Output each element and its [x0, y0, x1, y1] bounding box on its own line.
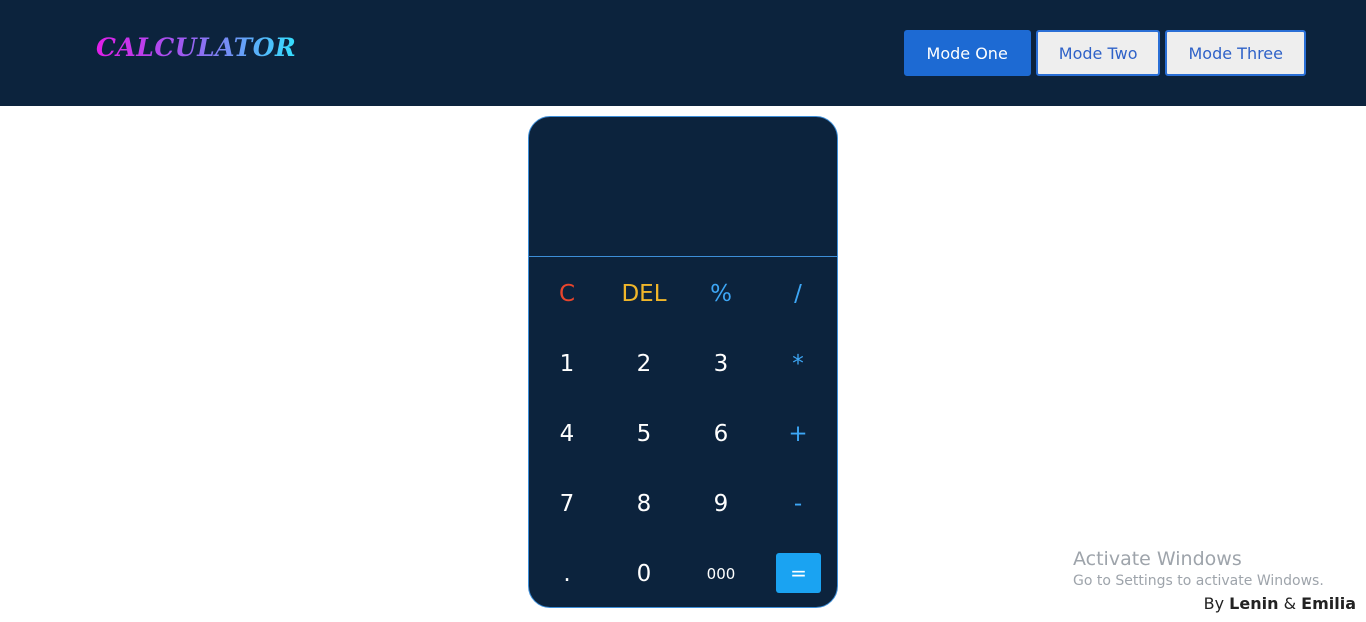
calculator: C DEL % / 1 2 3 * 4 5 6 + 7 8 9 - . 0 00…	[528, 116, 838, 608]
mode-three-button[interactable]: Mode Three	[1165, 30, 1306, 76]
app-logo: CALCULATOR	[96, 33, 297, 62]
credit-ampersand: &	[1283, 594, 1297, 613]
credit-author-1: Lenin	[1229, 594, 1279, 613]
calculator-display	[529, 117, 837, 257]
key-0[interactable]: 0	[616, 554, 672, 594]
key-4[interactable]: 4	[539, 414, 595, 454]
delete-key[interactable]: DEL	[616, 274, 672, 314]
mode-one-button[interactable]: Mode One	[903, 30, 1031, 76]
watermark-title: Activate Windows	[1073, 548, 1242, 570]
activate-windows-watermark: Activate Windows Go to Settings to activ…	[1073, 547, 1324, 591]
credit-by: By	[1203, 594, 1225, 613]
key-2[interactable]: 2	[616, 344, 672, 384]
percent-key[interactable]: %	[693, 274, 749, 314]
top-bar: CALCULATOR Mode One Mode Two Mode Three	[0, 0, 1366, 106]
mode-switcher: Mode One Mode Two Mode Three	[903, 30, 1306, 76]
author-credit: By Lenin & Emilia	[1204, 594, 1356, 613]
divide-key[interactable]: /	[770, 274, 826, 314]
key-9[interactable]: 9	[693, 484, 749, 524]
key-1[interactable]: 1	[539, 344, 595, 384]
multiply-key[interactable]: *	[770, 344, 826, 384]
credit-author-2: Emilia	[1301, 594, 1356, 613]
key-5[interactable]: 5	[616, 414, 672, 454]
mode-two-button[interactable]: Mode Two	[1035, 30, 1161, 76]
key-8[interactable]: 8	[616, 484, 672, 524]
key-3[interactable]: 3	[693, 344, 749, 384]
decimal-key[interactable]: .	[539, 554, 595, 594]
plus-key[interactable]: +	[770, 414, 826, 454]
clear-key[interactable]: C	[539, 274, 595, 314]
equals-key[interactable]: =	[776, 553, 821, 593]
minus-key[interactable]: -	[770, 484, 826, 524]
key-000[interactable]: 000	[693, 554, 749, 594]
key-6[interactable]: 6	[693, 414, 749, 454]
watermark-subtitle: Go to Settings to activate Windows.	[1073, 573, 1324, 589]
key-7[interactable]: 7	[539, 484, 595, 524]
